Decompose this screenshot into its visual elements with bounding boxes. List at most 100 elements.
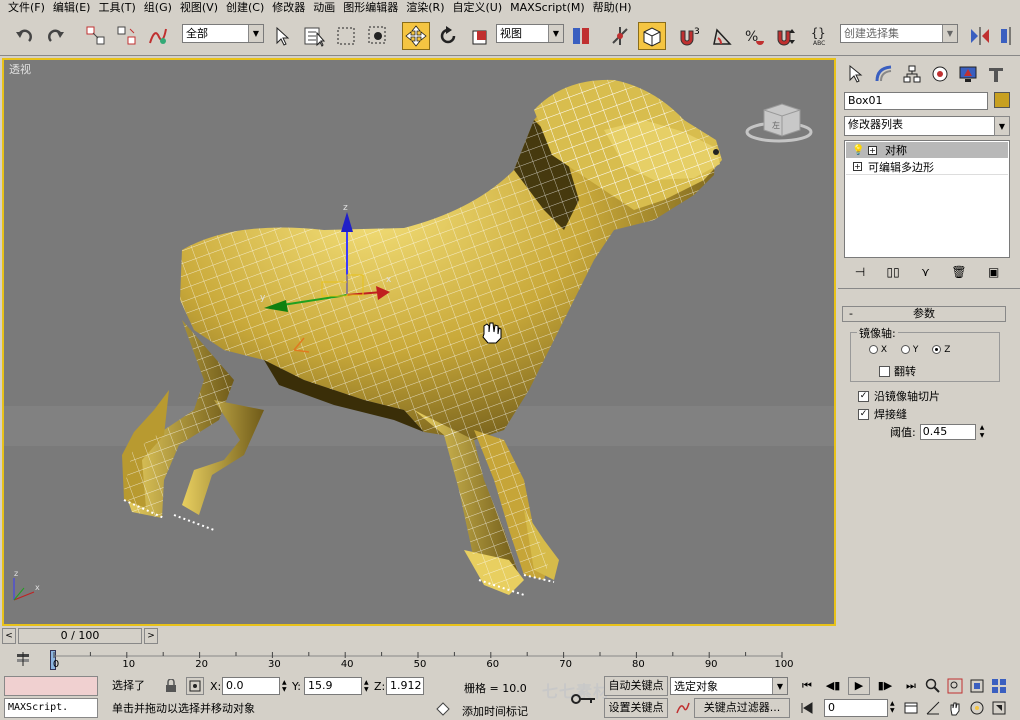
time-next-icon[interactable]: > (144, 628, 158, 644)
bind-to-space-warp-icon[interactable] (144, 22, 172, 50)
next-frame-icon[interactable]: ▮▶ (874, 677, 896, 695)
maxscript-listener[interactable]: MAXScript. (4, 698, 98, 718)
expand-icon[interactable]: + (853, 162, 862, 171)
key-mode-toggle-icon[interactable] (798, 699, 816, 717)
snaps-toggle-icon[interactable]: 3 (676, 22, 704, 50)
time-prev-icon[interactable]: < (2, 628, 16, 644)
zoom-all-icon[interactable] (946, 677, 964, 695)
spinner-snap-toggle-icon[interactable] (772, 22, 800, 50)
hierarchy-tab-icon[interactable] (900, 62, 924, 86)
weld-seam-checkbox[interactable]: ✓ 焊接缝 (858, 406, 907, 422)
menu-item[interactable]: 自定义(U) (451, 0, 509, 16)
named-selection-dropdown[interactable]: 创建选择集 ▼ (840, 24, 958, 43)
redo-icon[interactable] (42, 22, 70, 50)
previous-frame-icon[interactable]: ◀▮ (822, 677, 844, 695)
pin-stack-icon[interactable]: ⊣ (855, 265, 865, 279)
menu-item[interactable]: 视图(V) (178, 0, 224, 16)
auto-key-button[interactable]: 自动关键点 (604, 676, 668, 696)
modifier-list-dropdown[interactable]: 修改器列表 ▼ (844, 116, 1010, 136)
create-tab-icon[interactable] (844, 62, 868, 86)
play-icon[interactable]: ▶ (848, 677, 870, 695)
z-coordinate-field[interactable]: 1.912 (386, 677, 424, 695)
key-filters-button[interactable]: 关键点过滤器... (694, 698, 790, 718)
time-tag-icon[interactable] (434, 700, 452, 718)
threshold-input[interactable]: 0.45 (919, 424, 976, 440)
axis-z-radio[interactable]: Z (932, 345, 950, 355)
absolute-mode-icon[interactable] (186, 677, 204, 695)
field-of-view-icon[interactable] (924, 699, 942, 717)
menu-item[interactable]: 帮助(H) (591, 0, 638, 16)
menu-item[interactable]: 修改器 (270, 0, 311, 16)
menu-item[interactable]: 文件(F) (6, 0, 51, 16)
key-icon[interactable] (570, 690, 598, 708)
x-coordinate-field[interactable]: 0.0 (222, 677, 280, 695)
menu-item[interactable]: 渲染(R) (404, 0, 450, 16)
track-bar[interactable]: 0 10 20 30 40 50 60 70 80 90 100 (0, 648, 838, 674)
frame-spinner[interactable]: ▲ ▼ (890, 700, 895, 714)
configure-modifier-sets-icon[interactable]: ▣ (988, 265, 999, 279)
rectangular-selection-icon[interactable] (332, 22, 360, 50)
time-configuration-icon[interactable] (902, 699, 920, 717)
select-and-scale-icon[interactable] (466, 22, 494, 50)
pivot-center-icon[interactable] (567, 22, 595, 50)
align-icon[interactable] (996, 22, 1018, 50)
y-coordinate-field[interactable]: 15.9 (304, 677, 362, 695)
select-by-name-icon[interactable] (300, 22, 328, 50)
lightbulb-icon[interactable]: 💡 (852, 145, 864, 156)
window-crossing-icon[interactable] (364, 22, 392, 50)
select-and-rotate-icon[interactable] (434, 22, 462, 50)
menu-item[interactable]: 创建(C) (224, 0, 270, 16)
x-spinner[interactable]: ▲ ▼ (282, 679, 287, 693)
motion-tab-icon[interactable] (928, 62, 952, 86)
mirror-icon[interactable] (966, 22, 994, 50)
maxscript-listener-top[interactable] (4, 676, 98, 696)
expand-icon[interactable]: + (868, 145, 877, 155)
object-color-swatch[interactable] (994, 92, 1010, 108)
selection-filter-dropdown[interactable]: 全部 ▼ (182, 24, 264, 43)
menu-item[interactable]: 动画 (311, 0, 341, 16)
current-frame-field[interactable]: 0 (824, 699, 888, 717)
keyboard-shortcut-override-icon[interactable] (638, 22, 666, 50)
set-key-button[interactable]: 设置关键点 (604, 698, 668, 718)
stack-item-editable-poly[interactable]: + 可编辑多边形 (846, 159, 1008, 175)
unlink-selection-icon[interactable] (113, 22, 141, 50)
edit-named-selection-icon[interactable]: {} ABC (808, 22, 836, 50)
menu-item[interactable]: 图形编辑器 (341, 0, 404, 16)
go-to-end-icon[interactable]: ⏭ (900, 677, 922, 695)
select-and-manipulate-icon[interactable] (606, 22, 634, 50)
key-filter-curve-icon[interactable] (674, 699, 692, 717)
axis-y-radio[interactable]: Y (901, 345, 918, 355)
viewcube[interactable]: 左 (745, 103, 813, 143)
angle-snap-toggle-icon[interactable] (708, 22, 736, 50)
show-end-result-icon[interactable]: ▯▯ (887, 265, 900, 279)
dog-model[interactable] (122, 79, 722, 596)
zoom-extents-all-icon[interactable] (990, 677, 1008, 695)
reference-coordinate-dropdown[interactable]: 视图 ▼ (496, 24, 564, 43)
slice-along-mirror-checkbox[interactable]: ✓ 沿镜像轴切片 (858, 388, 940, 404)
zoom-icon[interactable] (924, 677, 942, 695)
menu-item[interactable]: 组(G) (142, 0, 178, 16)
zoom-extents-icon[interactable] (968, 677, 986, 695)
stack-item-symmetry[interactable]: 💡 + 对称 (846, 142, 1008, 158)
percent-snap-toggle-icon[interactable]: % (740, 22, 768, 50)
select-and-link-icon[interactable] (82, 22, 110, 50)
maximize-viewport-icon[interactable] (990, 699, 1008, 717)
object-name-field[interactable]: Box01 (844, 92, 988, 110)
utilities-tab-icon[interactable] (984, 62, 1008, 86)
menu-item[interactable]: 工具(T) (96, 0, 141, 16)
remove-modifier-icon[interactable]: 🗑 (951, 265, 966, 279)
go-to-start-icon[interactable]: ⏮ (796, 677, 818, 695)
flip-checkbox[interactable]: 翻转 (879, 363, 916, 379)
undo-icon[interactable] (10, 22, 38, 50)
display-tab-icon[interactable] (956, 62, 980, 86)
time-slider-thumb[interactable]: 0 / 100 (18, 628, 142, 644)
menu-item[interactable]: MAXScript(M) (508, 0, 591, 16)
parameters-rollout-header[interactable]: - 参数 (842, 306, 1006, 322)
menu-item[interactable]: 编辑(E) (51, 0, 97, 16)
y-spinner[interactable]: ▲ ▼ (364, 679, 369, 693)
lock-icon[interactable] (162, 677, 180, 695)
pan-hand-icon[interactable] (946, 699, 964, 717)
threshold-spinner[interactable]: ▲ ▼ (980, 424, 989, 440)
select-and-move-icon[interactable] (402, 22, 430, 50)
axis-x-radio[interactable]: X (869, 345, 887, 355)
